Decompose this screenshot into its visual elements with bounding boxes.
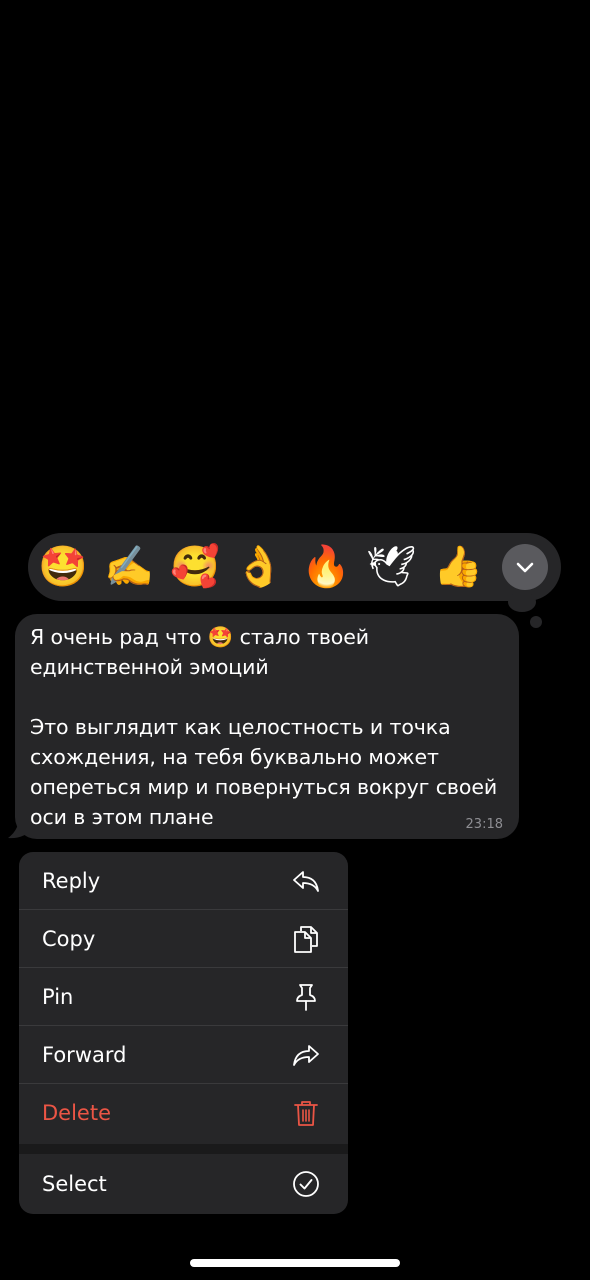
menu-item-select[interactable]: Select [19,1154,348,1214]
menu-item-label: Reply [42,869,101,893]
menu-item-forward[interactable]: Forward [19,1026,348,1084]
reaction-bar-tail-dot [530,616,542,628]
context-menu: Reply Copy Pin Forward Delete Select [19,852,348,1214]
reaction-ok-hand[interactable]: 👌 [231,539,287,595]
menu-item-label: Pin [42,985,74,1009]
message-text: Я очень рад что 🤩 стало твоей единственн… [30,625,498,829]
forward-icon [293,1045,319,1066]
reaction-writing-hand[interactable]: ✍️ [101,539,157,595]
message-timestamp: 23:18 [465,817,503,832]
pin-icon [296,984,316,1011]
menu-item-delete[interactable]: Delete [19,1084,348,1142]
checkmark-circle-icon [293,1171,319,1197]
reaction-thumbs-up[interactable]: 👍 [430,539,486,595]
trash-icon [294,1101,318,1126]
reaction-fire[interactable]: 🔥 [298,539,354,595]
menu-item-label: Select [42,1172,107,1196]
reply-icon [293,871,319,892]
reaction-bar-tail [508,592,536,612]
menu-item-label: Delete [42,1101,111,1125]
reaction-dove[interactable]: 🕊 [363,539,419,595]
home-indicator[interactable] [190,1259,400,1267]
copy-icon [294,926,318,953]
menu-item-reply[interactable]: Reply [19,852,348,910]
reaction-bar: 🤩 ✍️ 🥰 👌 🔥 🕊 👍 [28,533,561,601]
menu-item-copy[interactable]: Copy [19,910,348,968]
message-bubble[interactable]: Я очень рад что 🤩 стало твоей единственн… [15,614,519,839]
expand-reactions-button[interactable] [502,544,548,590]
menu-item-pin[interactable]: Pin [19,968,348,1026]
chevron-down-icon [516,562,534,573]
menu-item-label: Copy [42,927,96,951]
menu-item-label: Forward [42,1043,127,1067]
reaction-smiling-face-with-hearts[interactable]: 🥰 [167,539,223,595]
menu-divider [19,1144,348,1154]
reaction-star-struck[interactable]: 🤩 [35,539,91,595]
